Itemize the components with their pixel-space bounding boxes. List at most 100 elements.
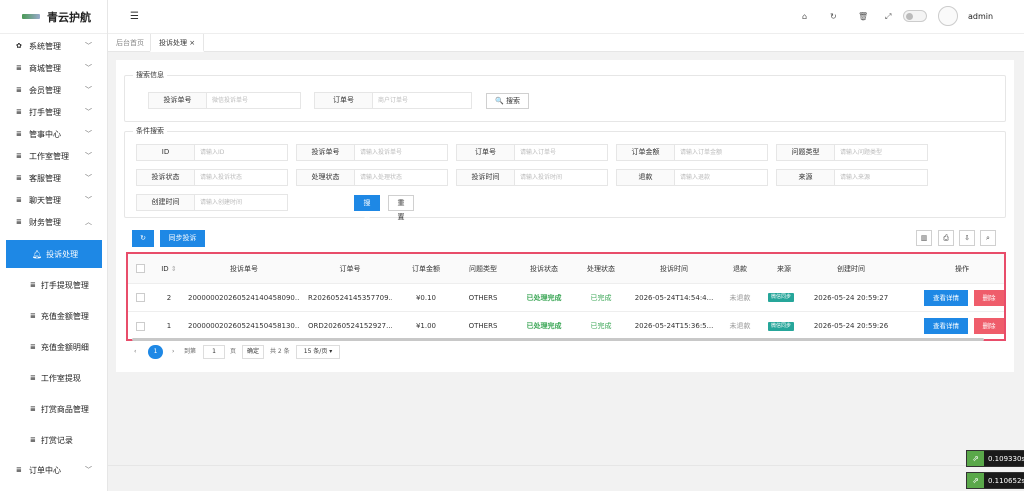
view-detail-button[interactable]: 查看详情 (924, 318, 968, 334)
delete-button[interactable]: 删除 (974, 318, 1004, 334)
logo: 青云护航 (0, 0, 107, 34)
created-time-field: 创建时间 请输入创建时间 (136, 194, 288, 211)
refund-field: 退款 请输入退款 (616, 169, 768, 186)
sidebar-item-member[interactable]: ≣ 会员管理 ﹀ (0, 79, 108, 101)
footer-bar (108, 465, 1024, 491)
cell-order-no: ORD20260524152927... (308, 322, 392, 330)
chevron-down-icon: ﹀ (85, 196, 92, 204)
refund-input[interactable]: 请输入退款 (675, 170, 767, 185)
complaint-status-input[interactable]: 请输入投诉状态 (195, 170, 287, 185)
cond-complaint-no-input[interactable]: 请输入投诉单号 (355, 145, 447, 160)
process-status-input[interactable]: 请输入处理状态 (355, 170, 447, 185)
gear-icon: ✿ (16, 42, 22, 50)
header-complaint-time: 投诉时间 (660, 264, 688, 273)
header-actions: 操作 (955, 264, 969, 273)
sidebar-item-chat[interactable]: ≣ 聊天管理 ﹀ (0, 189, 108, 211)
sidebar-item-player[interactable]: ≣ 打手管理 ﹀ (0, 101, 108, 123)
sidebar-item-finance[interactable]: ≣ 财务管理 ︿ (0, 211, 108, 233)
trash-icon[interactable]: 🗑︎ (858, 12, 868, 21)
menu-toggle-icon[interactable]: ☰ (130, 11, 139, 22)
prev-page-icon[interactable]: ‹ (134, 345, 136, 359)
cell-complaint-status: 已处理完成 (526, 293, 562, 302)
goto-confirm-button[interactable]: 确定 (242, 345, 264, 359)
header-order-no: 订单号 (339, 264, 361, 273)
horizontal-scrollbar[interactable] (132, 338, 984, 341)
select-all-checkbox[interactable] (136, 264, 145, 273)
sidebar-item-service[interactable]: ≣ 客服管理 ﹀ (0, 167, 108, 189)
refresh-button[interactable]: ↻ (132, 230, 154, 247)
next-page-icon[interactable]: › (172, 345, 174, 359)
table-header: ID ⇕ 投诉单号 订单号 订单金额 问题类型 投诉状态 处理状态 投诉时间 退… (128, 254, 1004, 284)
sidebar-subitem-withdraw[interactable]: ≣ 打手提现管理 (0, 274, 108, 296)
cell-complaint-time: 2026-05-24T14:54:4... (634, 293, 714, 302)
fullscreen-icon[interactable]: ⤢ (885, 12, 891, 22)
sync-complaints-button[interactable]: 同步投诉 (160, 230, 205, 247)
chevron-down-icon: ﹀ (85, 108, 92, 116)
columns-icon[interactable]: ▥ (916, 230, 932, 246)
list-icon: ≣ (16, 86, 22, 94)
print-icon[interactable]: ⎙ (938, 230, 954, 246)
chevron-down-icon: ﹀ (85, 130, 92, 138)
cond-order-no-input[interactable]: 请输入订单号 (515, 145, 607, 160)
sidebar-subitem-complaints[interactable]: 🔔︎ 投诉处理 (6, 240, 102, 268)
sidebar-item-system[interactable]: ✿ 系统管理 ﹀ (0, 35, 108, 57)
search-icon[interactable]: ⌕ (980, 230, 996, 246)
page-1[interactable]: 1 (148, 345, 163, 359)
sidebar-subitem-reward-goods[interactable]: ≣ 打赏商品管理 (0, 398, 108, 420)
created-time-input[interactable]: 请输入创建时间 (195, 195, 287, 210)
row-checkbox[interactable] (136, 293, 145, 302)
cell-order-no: R20260524145357709... (308, 293, 392, 302)
page-size-select[interactable]: 15 条/页 ▾ (296, 345, 340, 359)
export-icon[interactable]: ⇩ (959, 230, 975, 246)
amount-input[interactable]: 请输入订单金额 (675, 145, 767, 160)
list-icon: ≣ (16, 130, 22, 138)
performance-icon: ⇗ (967, 473, 984, 488)
user-name[interactable]: admin (968, 12, 993, 21)
list-icon: ≣ (30, 281, 36, 289)
refresh-icon[interactable]: ↻ (830, 12, 837, 21)
header-complaint-no: 投诉单号 (230, 264, 258, 273)
complaint-time-input[interactable]: 请输入投诉时间 (515, 170, 607, 185)
theme-toggle[interactable] (903, 10, 927, 22)
issue-type-input[interactable]: 请输入问题类型 (835, 145, 927, 160)
source-input[interactable]: 请输入来源 (835, 170, 927, 185)
perf-badge: ⇗ 0.110652s (966, 472, 1024, 489)
page-tabs: 后台首页 投诉处理 × (108, 34, 1024, 52)
header-id[interactable]: ID ⇕ (156, 265, 182, 273)
sidebar-item-orders[interactable]: ≣ 订单中心 ﹀ (0, 459, 108, 481)
sidebar-subitem-reward-records[interactable]: ≣ 打赏记录 (0, 429, 108, 451)
quick-search-button[interactable]: 🔍 搜索 (486, 93, 529, 109)
tab-home[interactable]: 后台首页 (108, 34, 152, 52)
order-no-input[interactable]: 商户订单号 (373, 93, 471, 108)
delete-button[interactable]: 删除 (974, 289, 1004, 306)
sidebar-item-studio[interactable]: ≣ 工作室管理 ﹀ (0, 145, 108, 167)
sidebar-item-mall[interactable]: ≣ 商城管理 ﹀ (0, 57, 108, 79)
issue-type-field: 问题类型 请输入问题类型 (776, 144, 928, 161)
reset-button[interactable]: 重置 (388, 195, 414, 221)
top-bar: ☰ ⌂ ↻ 🗑︎ ⤢ admin (108, 0, 1024, 34)
sidebar-item-steward[interactable]: ≣ 管事中心 ﹀ (0, 123, 108, 145)
complaint-no-input[interactable]: 微信投诉单号 (207, 93, 300, 108)
header-issue-type: 问题类型 (469, 264, 497, 273)
tab-complaints[interactable]: 投诉处理 × (150, 34, 205, 52)
id-input[interactable]: 请输入ID (195, 145, 287, 160)
cell-refund: 未退款 (729, 293, 751, 302)
row-checkbox[interactable] (136, 321, 145, 331)
table-row: 2 200000020260524140458090... R202605241… (128, 284, 1004, 312)
avatar[interactable] (938, 6, 958, 26)
app-root: 青云护航 ✿ 系统管理 ﹀ ≣ 商城管理 ﹀ ≣ 会员管理 ﹀ ≣ 打手管理 ﹀ ≣ 管事中心 ﹀ … (0, 0, 1024, 491)
condition-legend: 条件搜索 (136, 127, 164, 135)
condition-search-button[interactable]: 搜索 (354, 195, 380, 221)
search-info-legend: 搜索信息 (136, 71, 164, 79)
sidebar-subitem-recharge[interactable]: ≣ 充值金额管理 (0, 305, 108, 327)
home-icon[interactable]: ⌂ (802, 12, 807, 21)
performance-icon: ⇗ (967, 451, 984, 466)
goto-label: 到第 (184, 348, 197, 355)
sidebar-subitem-recharge-detail[interactable]: ≣ 充值金额明细 (0, 336, 108, 358)
sidebar-subitem-studio-withdraw[interactable]: ≣ 工作室提现 (0, 367, 108, 389)
id-field: ID 请输入ID (136, 144, 288, 161)
goto-page-input[interactable]: 1 (203, 345, 225, 359)
chevron-down-icon: ﹀ (85, 86, 92, 94)
cell-created: 2026-05-24 20:59:27 (813, 293, 889, 302)
view-detail-button[interactable]: 查看详情 (924, 289, 968, 306)
